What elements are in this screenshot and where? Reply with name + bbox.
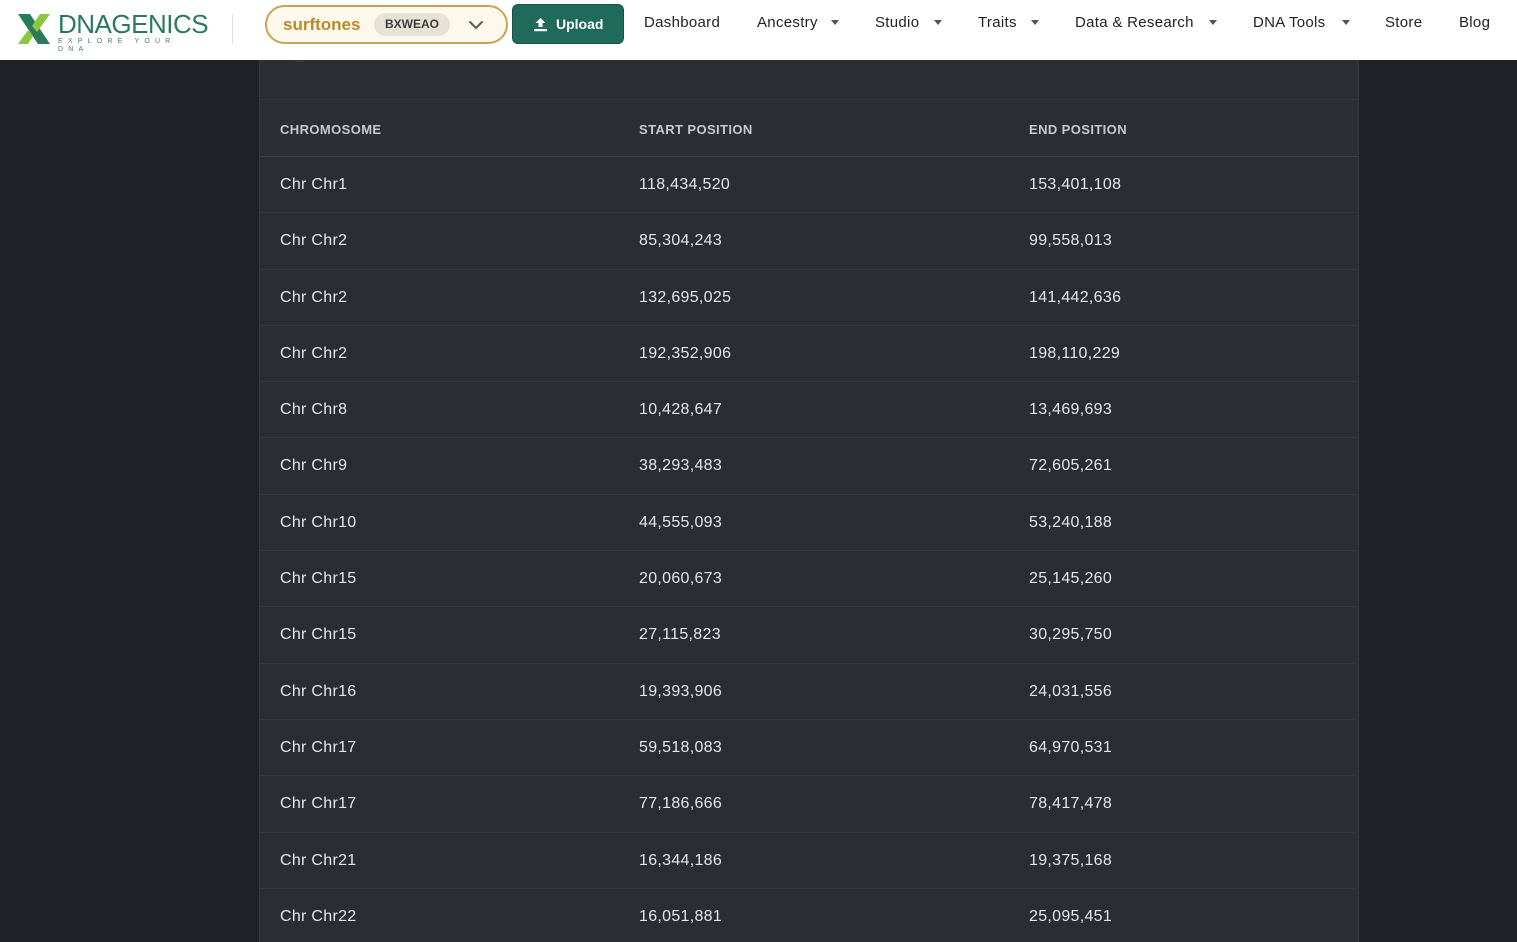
chromosome-cell: Chr Chr1 bbox=[280, 176, 348, 193]
start-position-cell: 27,115,823 bbox=[639, 626, 721, 644]
dnagenics-logo[interactable]: DNAGENICS EXPLORE YOUR DNA bbox=[16, 9, 209, 53]
profile-name: surftones bbox=[283, 15, 361, 34]
upload-icon bbox=[534, 18, 547, 32]
column-header-chromosome[interactable]: CHROMOSOME bbox=[280, 122, 382, 137]
chromosome-cell: Chr Chr22 bbox=[280, 907, 357, 925]
start-position-cell: 59,518,083 bbox=[639, 738, 723, 756]
column-header-end-position[interactable]: END POSITION bbox=[1029, 122, 1127, 137]
chevron-down-icon bbox=[469, 21, 483, 30]
start-position-cell: 132,695,025 bbox=[639, 288, 732, 306]
end-position-cell: 30,295,750 bbox=[1029, 626, 1113, 644]
table-row: Chr Chr1 118,434,520 153,401,108 bbox=[260, 157, 1358, 214]
caret-down-icon bbox=[831, 20, 839, 25]
start-position-cell: 192,352,906 bbox=[639, 344, 732, 362]
table-row: Chr Chr10 44,555,093 53,240,188 bbox=[260, 495, 1358, 552]
table-row: Chr Chr17 59,518,083 64,970,531 bbox=[260, 720, 1358, 777]
nav-ancestry[interactable]: Ancestry bbox=[757, 14, 818, 31]
chromosome-cell: Chr Chr9 bbox=[280, 457, 348, 475]
chromosome-cell: Chr Chr2 bbox=[280, 288, 348, 306]
table-row: Chr Chr15 27,115,823 30,295,750 bbox=[260, 607, 1358, 664]
end-position-cell: 19,375,168 bbox=[1029, 851, 1113, 869]
chromosome-cell: Chr Chr16 bbox=[280, 682, 357, 700]
start-position-cell: 16,344,186 bbox=[639, 851, 723, 869]
table-row: Chr Chr22 16,051,881 25,095,451 bbox=[260, 889, 1358, 942]
table-body: Chr Chr1 118,434,520 153,401,108 Chr Chr2 85… bbox=[260, 157, 1358, 942]
chromosome-cell: Chr Chr2 bbox=[280, 232, 348, 250]
start-position-cell: 19,393,906 bbox=[639, 682, 723, 700]
end-position-cell: 153,401,108 bbox=[1029, 176, 1122, 193]
table-row: Chr Chr17 77,186,666 78,417,478 bbox=[260, 776, 1358, 833]
upload-button[interactable]: Upload bbox=[512, 4, 624, 44]
nav-traits[interactable]: Traits bbox=[978, 14, 1017, 31]
chromosome-cell: Chr Chr17 bbox=[280, 738, 357, 756]
start-position-cell: 77,186,666 bbox=[639, 795, 723, 813]
chromosome-cell: Chr Chr8 bbox=[280, 401, 348, 419]
start-position-cell: 118,434,520 bbox=[639, 176, 731, 193]
nav-store[interactable]: Store bbox=[1385, 14, 1422, 31]
end-position-cell: 24,031,556 bbox=[1029, 682, 1113, 700]
header-divider bbox=[232, 14, 233, 44]
end-position-cell: 72,605,261 bbox=[1029, 457, 1113, 475]
nav-data-research[interactable]: Data & Research bbox=[1075, 14, 1194, 31]
nav-studio[interactable]: Studio bbox=[875, 14, 919, 31]
nav-dna-tools[interactable]: DNA Tools bbox=[1253, 14, 1325, 31]
end-position-cell: 78,417,478 bbox=[1029, 795, 1113, 813]
table-row: Chr Chr9 38,293,483 72,605,261 bbox=[260, 438, 1358, 495]
end-position-cell: 198,110,229 bbox=[1029, 344, 1121, 362]
caret-down-icon bbox=[1342, 20, 1350, 25]
end-position-cell: 13,469,693 bbox=[1029, 401, 1113, 419]
panel-toolbar bbox=[260, 50, 1358, 100]
start-position-cell: 44,555,093 bbox=[639, 513, 723, 531]
caret-down-icon bbox=[1031, 20, 1039, 25]
table-row: Chr Chr21 16,344,186 19,375,168 bbox=[260, 833, 1358, 889]
nav-dashboard[interactable]: Dashboard bbox=[644, 14, 720, 31]
upload-label: Upload bbox=[556, 16, 604, 32]
end-position-cell: 25,145,260 bbox=[1029, 570, 1113, 588]
start-position-cell: 38,293,483 bbox=[639, 457, 723, 475]
chromosome-cell: Chr Chr15 bbox=[280, 626, 357, 644]
table-row: Chr Chr8 10,428,647 13,469,693 bbox=[260, 382, 1358, 439]
table-row: Chr Chr16 19,393,906 24,031,556 bbox=[260, 664, 1358, 720]
start-position-cell: 16,051,881 bbox=[639, 907, 723, 925]
profile-code-badge: BXWEAO bbox=[374, 13, 450, 36]
chromosome-cell: Chr Chr21 bbox=[280, 851, 357, 869]
start-position-cell: 85,304,243 bbox=[639, 232, 723, 250]
brand-tagline: EXPLORE YOUR DNA bbox=[58, 38, 176, 53]
logo-x-icon bbox=[18, 14, 50, 44]
chromosome-cell: Chr Chr17 bbox=[280, 795, 357, 813]
caret-down-icon bbox=[934, 20, 942, 25]
nav-blog[interactable]: Blog bbox=[1459, 14, 1490, 31]
start-position-cell: 20,060,673 bbox=[639, 570, 723, 588]
brand-name: DNAGENICS bbox=[58, 9, 209, 39]
chromosome-cell: Chr Chr2 bbox=[280, 344, 348, 362]
profile-selector[interactable]: surftones BXWEAO bbox=[265, 5, 508, 44]
table-header: CHROMOSOME START POSITION END POSITION bbox=[260, 101, 1358, 157]
end-position-cell: 25,095,451 bbox=[1029, 907, 1113, 925]
chromosome-cell: Chr Chr15 bbox=[280, 570, 357, 588]
segments-table-panel: CHROMOSOME START POSITION END POSITION C… bbox=[259, 50, 1359, 942]
table-row: Chr Chr15 20,060,673 25,145,260 bbox=[260, 551, 1358, 608]
start-position-cell: 10,428,647 bbox=[639, 401, 723, 419]
table-row: Chr Chr2 132,695,025 141,442,636 bbox=[260, 270, 1358, 326]
end-position-cell: 64,970,531 bbox=[1029, 738, 1113, 756]
table-row: Chr Chr2 192,352,906 198,110,229 bbox=[260, 326, 1358, 383]
end-position-cell: 53,240,188 bbox=[1029, 513, 1113, 531]
table-row: Chr Chr2 85,304,243 99,558,013 bbox=[260, 213, 1358, 270]
column-header-start-position[interactable]: START POSITION bbox=[639, 122, 753, 137]
chromosome-cell: Chr Chr10 bbox=[280, 513, 357, 531]
end-position-cell: 99,558,013 bbox=[1029, 232, 1113, 250]
caret-down-icon bbox=[1209, 20, 1217, 25]
end-position-cell: 141,442,636 bbox=[1029, 288, 1122, 306]
top-navbar: DNAGENICS EXPLORE YOUR DNA surftones BXW… bbox=[0, 0, 1517, 60]
